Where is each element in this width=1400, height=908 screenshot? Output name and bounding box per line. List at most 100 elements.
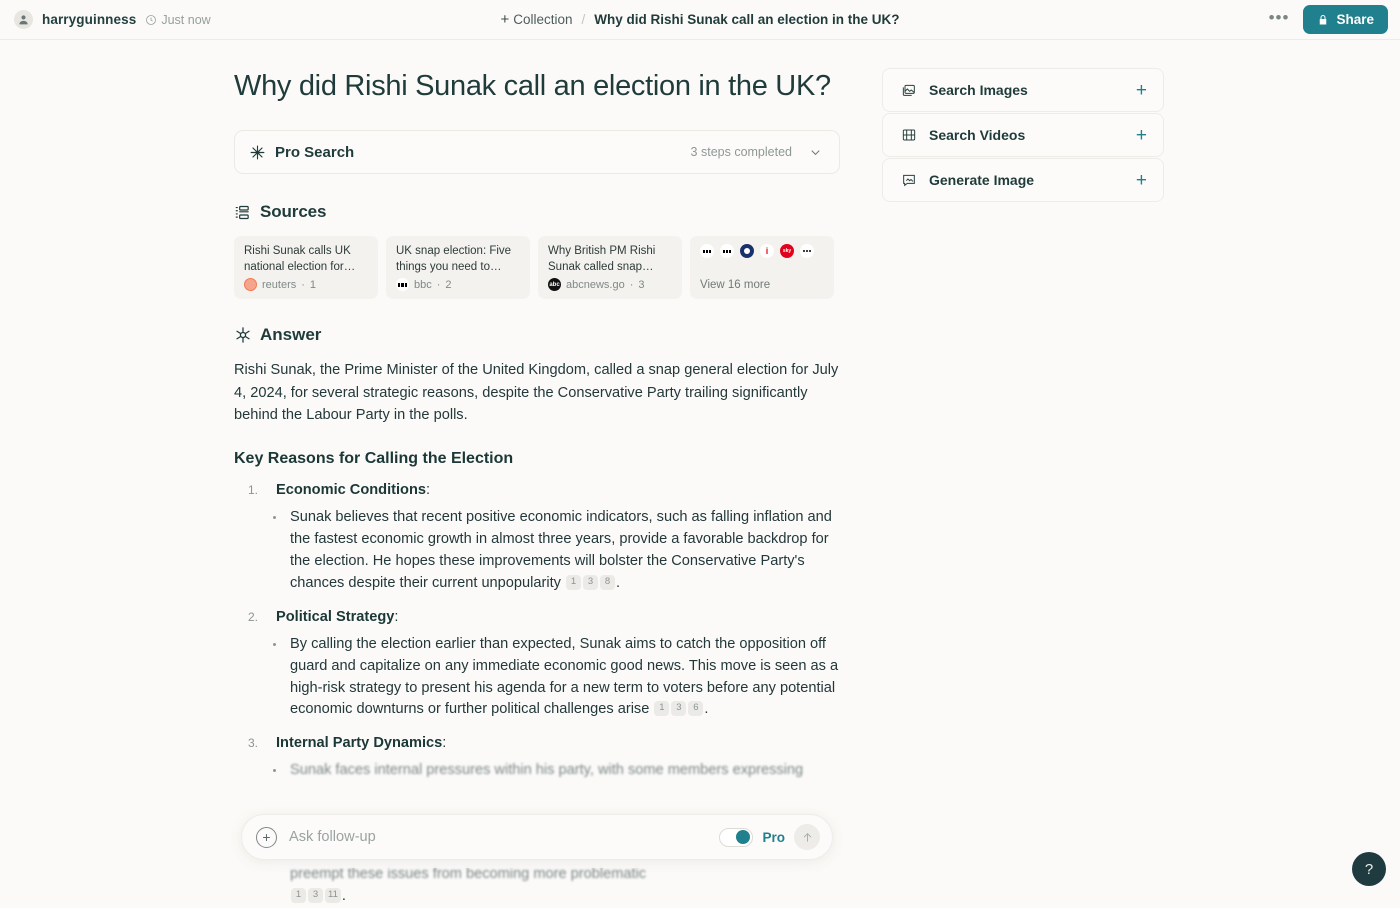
citation-pill[interactable]: 11 xyxy=(325,888,341,903)
bullet-text-partially-hidden: Sunak faces internal pressures within hi… xyxy=(290,762,803,778)
bullet-text: By calling the election earlier than exp… xyxy=(290,636,838,718)
source-title: Why British PM Rishi Sunak called snap… xyxy=(548,244,672,275)
lock-icon xyxy=(1317,14,1329,26)
share-label: Share xyxy=(1336,12,1374,27)
page-title: Why did Rishi Sunak call an election in … xyxy=(234,68,840,104)
reason-term: Internal Party Dynamics: xyxy=(276,735,446,751)
sidebar-item-label: Search Videos xyxy=(929,127,1025,143)
images-icon xyxy=(901,82,917,98)
source-meta: abc abcnews.go · 3 xyxy=(548,278,672,291)
avatar[interactable] xyxy=(14,10,33,29)
citation-pill[interactable]: 1 xyxy=(291,888,306,903)
reason-heading: 3. Internal Party Dynamics: xyxy=(234,735,840,751)
citation-pill[interactable]: 3 xyxy=(583,575,598,590)
generate-image-icon xyxy=(901,172,917,188)
reason-term-text: Economic Conditions xyxy=(276,482,426,498)
list-item: 1. Economic Conditions: Sunak believes t… xyxy=(234,482,840,595)
reason-number: 2. xyxy=(248,610,264,624)
abcnews-favicon-icon: abc xyxy=(548,278,561,291)
top-bar: harryguinness Just now + Collection / Wh… xyxy=(0,0,1400,40)
sidebar-item-left: Search Videos xyxy=(901,127,1025,143)
answer-asterisk-icon xyxy=(234,326,252,344)
collection-label: Collection xyxy=(513,12,572,27)
timestamp-label: Just now xyxy=(161,13,210,27)
add-icon[interactable]: + xyxy=(1136,126,1147,145)
sidebar-item-search-videos[interactable]: Search Videos + xyxy=(882,113,1164,157)
sidebar-item-left: Search Images xyxy=(901,82,1028,98)
plus-icon: + xyxy=(500,12,509,27)
source-favicon-stack: i sky xyxy=(700,244,824,258)
sidebar-item-search-images[interactable]: Search Images + xyxy=(882,68,1164,112)
citation-pill[interactable]: 6 xyxy=(688,701,703,716)
add-icon[interactable]: + xyxy=(1136,171,1147,190)
breadcrumb-separator: / xyxy=(581,12,585,27)
sources-list: Rishi Sunak calls UK national election f… xyxy=(234,236,840,299)
sky-news-favicon-icon: sky xyxy=(780,244,794,258)
view-more-sources-card[interactable]: i sky View 16 more xyxy=(690,236,834,299)
source-card[interactable]: UK snap election: Five things you need t… xyxy=(386,236,530,299)
source-meta: reuters · 1 xyxy=(244,278,368,291)
pro-toggle-label: Pro xyxy=(762,830,785,845)
source-meta: bbc · 2 xyxy=(396,278,520,291)
pro-search-panel[interactable]: Pro Search 3 steps completed xyxy=(234,130,840,174)
reason-heading: 2. Political Strategy: xyxy=(234,609,840,625)
add-to-collection-button[interactable]: + Collection xyxy=(500,12,572,27)
help-button[interactable]: ? xyxy=(1352,852,1386,886)
more-favicon-icon xyxy=(800,244,814,258)
answer-intro-paragraph: Rishi Sunak, the Prime Minister of the U… xyxy=(234,359,840,426)
citation-pill[interactable]: 1 xyxy=(566,575,581,590)
source-title: Rishi Sunak calls UK national election f… xyxy=(244,244,368,275)
pro-search-right: 3 steps completed xyxy=(691,145,823,160)
citation-pill[interactable]: 3 xyxy=(671,701,686,716)
sources-icon xyxy=(234,204,251,221)
pro-search-left: Pro Search xyxy=(249,144,354,161)
sparkle-icon xyxy=(249,144,266,161)
pro-search-label: Pro Search xyxy=(275,144,354,161)
username-label: harryguinness xyxy=(42,12,136,27)
follow-up-input[interactable]: Ask follow-up xyxy=(289,829,707,845)
timestamp: Just now xyxy=(145,13,210,27)
bbc-favicon-icon xyxy=(700,244,714,258)
reason-number: 3. xyxy=(248,736,264,750)
sidebar-item-label: Generate Image xyxy=(929,172,1034,188)
citation-pill[interactable]: 1 xyxy=(654,701,669,716)
attach-plus-icon[interactable]: + xyxy=(256,827,277,848)
reason-number: 1. xyxy=(248,483,264,497)
source-index: 1 xyxy=(310,279,316,291)
pro-toggle[interactable] xyxy=(719,828,753,847)
more-options-button[interactable]: ••• xyxy=(1269,9,1290,31)
reason-bullets: Sunak believes that recent positive econ… xyxy=(234,507,840,595)
source-card[interactable]: Rishi Sunak calls UK national election f… xyxy=(234,236,378,299)
sidebar-item-label: Search Images xyxy=(929,82,1028,98)
follow-up-bar[interactable]: + Ask follow-up Pro xyxy=(241,814,833,860)
sidebar-item-left: Generate Image xyxy=(901,172,1034,188)
bullet-text: Sunak believes that recent positive econ… xyxy=(290,509,832,591)
chevron-down-icon[interactable] xyxy=(808,145,823,160)
send-button[interactable] xyxy=(794,824,820,850)
source-title: UK snap election: Five things you need t… xyxy=(396,244,520,275)
reason-term: Political Strategy: xyxy=(276,609,398,625)
sidebar-item-generate-image[interactable]: Generate Image + xyxy=(882,158,1164,202)
reason-term: Economic Conditions: xyxy=(276,482,430,498)
source-domain: abcnews.go xyxy=(566,279,625,291)
citation-pill[interactable]: 8 xyxy=(600,575,615,590)
source-domain: reuters xyxy=(262,279,296,291)
view-more-label: View 16 more xyxy=(700,279,824,291)
pro-search-status: 3 steps completed xyxy=(691,145,792,159)
bullet-item: Sunak believes that recent positive econ… xyxy=(290,507,840,595)
add-icon[interactable]: + xyxy=(1136,81,1147,100)
bullet-text-resumed: preempt these issues from becoming more … xyxy=(290,864,840,886)
top-bar-left: harryguinness Just now xyxy=(0,10,211,29)
sources-header: Sources xyxy=(234,202,840,222)
answer-subheading: Key Reasons for Calling the Election xyxy=(234,450,840,468)
top-bar-right: ••• Share xyxy=(1269,5,1388,34)
sources-title: Sources xyxy=(260,202,326,222)
reason-term-text: Internal Party Dynamics xyxy=(276,735,442,751)
bbc-favicon-icon xyxy=(720,244,734,258)
navy-compass-favicon-icon xyxy=(740,244,754,258)
citation-pill[interactable]: 3 xyxy=(308,888,323,903)
share-button[interactable]: Share xyxy=(1303,5,1388,34)
source-card[interactable]: Why British PM Rishi Sunak called snap… … xyxy=(538,236,682,299)
clock-icon xyxy=(145,14,157,26)
follow-up-controls: Pro xyxy=(719,824,820,850)
